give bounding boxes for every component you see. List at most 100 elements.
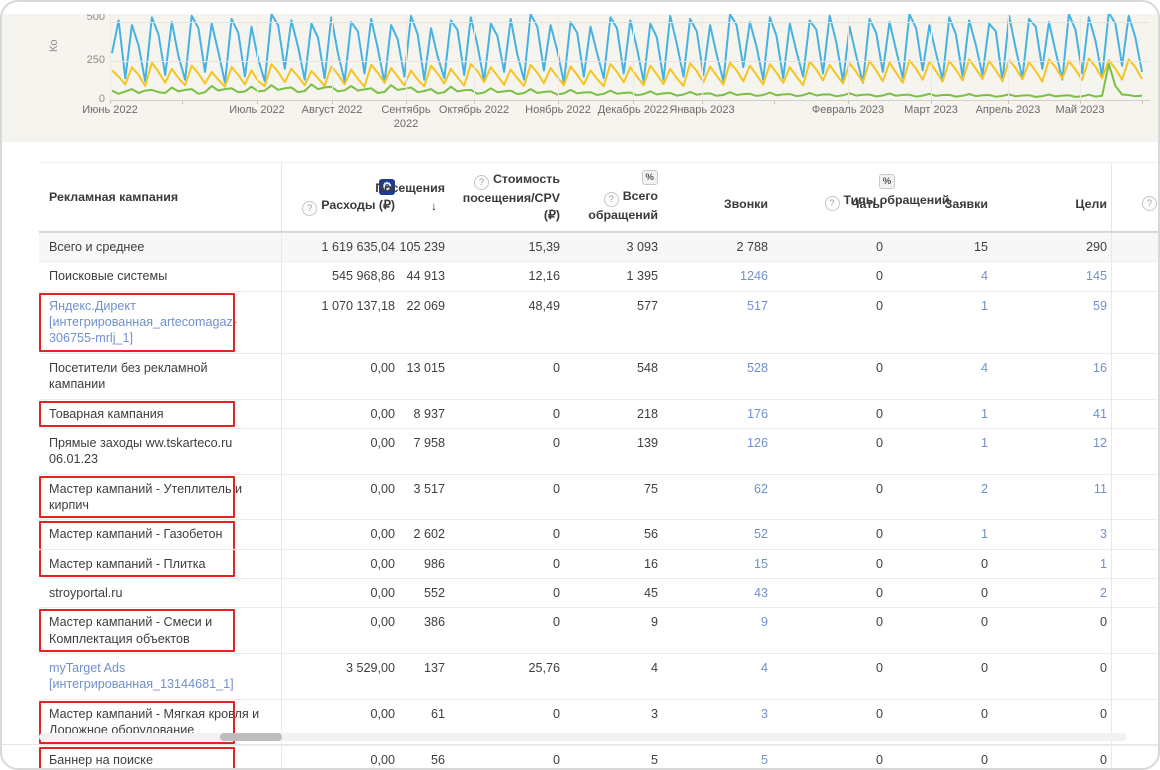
cell-chats: 0 bbox=[875, 269, 883, 284]
cell-total: 9 bbox=[650, 615, 658, 630]
cell-cost: 0,00 bbox=[370, 435, 395, 450]
cell-extra bbox=[1112, 654, 1158, 699]
table-row: Прямые заходы ww.tskarteco.ru 06.01.23 0,… bbox=[39, 428, 1158, 475]
cell-total: 548 bbox=[636, 360, 658, 375]
y-tick-label: 500 bbox=[86, 14, 105, 23]
cell-forms[interactable]: 1 bbox=[887, 400, 992, 428]
cell-cpv: 0 bbox=[552, 527, 560, 542]
cell-cost: 0,00 bbox=[370, 481, 395, 496]
cell-campaign: Поисковые системы bbox=[39, 262, 282, 291]
cell-cost: 1 619 635,04 bbox=[321, 240, 395, 254]
cell-forms[interactable]: 2 bbox=[887, 475, 992, 520]
cell-chats: 0 bbox=[875, 360, 883, 375]
cell-goals[interactable]: 145 bbox=[992, 262, 1112, 291]
x-axis-label: Май 2023 bbox=[1055, 104, 1105, 116]
cell-calls[interactable]: 528 bbox=[662, 354, 772, 399]
column-header-cpv[interactable]: ? Стоимость посещения/CPV (₽) bbox=[449, 163, 564, 231]
cell-visits: 552 bbox=[423, 586, 445, 601]
cell-goals[interactable]: 1 bbox=[992, 549, 1112, 579]
percent-badge[interactable]: % bbox=[878, 174, 896, 189]
cell-goals: 0 bbox=[992, 745, 1112, 768]
cell-visits: 8 937 bbox=[413, 406, 445, 421]
help-icon[interactable]: ? bbox=[302, 200, 318, 216]
cell-cpv: 48,49 bbox=[528, 298, 560, 313]
table-row: Поисковые системы 545 968,86 44 913 12,16 1 … bbox=[39, 262, 1158, 292]
cell-cpv: 15,39 bbox=[528, 240, 560, 254]
cell-calls[interactable]: 4 bbox=[662, 654, 772, 699]
cell-forms[interactable]: 1 bbox=[887, 292, 992, 353]
cell-calls[interactable]: 43 bbox=[662, 579, 772, 607]
cell-total: 75 bbox=[643, 481, 658, 496]
cell-visits: 137 bbox=[423, 661, 445, 676]
gridline-y-0 bbox=[110, 100, 1150, 101]
percent-badge[interactable]: % bbox=[641, 170, 658, 186]
table-row: Мастер кампаний - Утеплитель и кирпич 0,0… bbox=[39, 474, 1158, 521]
cell-extra bbox=[1112, 579, 1158, 607]
cell-calls[interactable]: 126 bbox=[662, 429, 772, 474]
cell-chats: 0 bbox=[875, 661, 883, 676]
cell-cpv: 0 bbox=[552, 435, 560, 450]
cell-calls[interactable]: 5 bbox=[662, 746, 772, 768]
horizontal-scrollbar-thumb[interactable] bbox=[220, 733, 282, 741]
cell-extra bbox=[1112, 354, 1158, 399]
help-icon[interactable]: ? bbox=[603, 192, 619, 208]
column-header-campaign[interactable]: Рекламная кампания bbox=[39, 163, 282, 231]
campaign-name: stroyportal.ru bbox=[49, 586, 123, 601]
help-icon[interactable]: ? bbox=[473, 174, 489, 190]
cell-forms[interactable]: 4 bbox=[887, 354, 992, 399]
cell-calls[interactable]: 62 bbox=[662, 475, 772, 520]
sort-desc-icon[interactable]: ↓ bbox=[431, 198, 437, 214]
cell-chats: 0 bbox=[875, 298, 883, 313]
column-header-partial: ? bbox=[1112, 163, 1158, 231]
cell-calls[interactable]: 52 bbox=[662, 520, 772, 548]
cell-goals[interactable]: 16 bbox=[992, 353, 1112, 399]
cell-cost: 1 070 137,18 bbox=[321, 298, 395, 313]
cell-cost: 3 529,00 bbox=[345, 661, 395, 676]
column-header-cost[interactable]: ⚙ ? Расходы (₽) bbox=[282, 163, 399, 231]
cell-cpv: 0 bbox=[552, 615, 560, 630]
cell-goals[interactable]: 41 bbox=[992, 399, 1112, 428]
gridline-x bbox=[332, 14, 333, 100]
cell-extra bbox=[1112, 550, 1158, 578]
campaign-name: Баннер на поиске bbox=[49, 752, 153, 767]
campaign-name[interactable]: myTarget Ads [интегрированная_13144681_1… bbox=[49, 660, 261, 693]
column-header-total[interactable]: % ? Всего обращений bbox=[564, 163, 662, 231]
campaign-name[interactable]: Яндекс.Директ [интегрированная_artecomag… bbox=[49, 298, 261, 347]
column-header-visits[interactable]: Посещения ↓ bbox=[375, 163, 449, 231]
cell-chats: 0 bbox=[875, 615, 883, 630]
table-row: Яндекс.Директ [интегрированная_artecomag… bbox=[39, 291, 1158, 354]
cell-visits: 56 bbox=[430, 752, 445, 767]
cell-goals: 290 bbox=[992, 233, 1112, 262]
x-axis-label: Июль 2022 bbox=[229, 104, 285, 116]
cell-forms: 15 bbox=[973, 240, 988, 254]
cell-total: 45 bbox=[643, 586, 658, 601]
cell-forms[interactable]: 4 bbox=[887, 262, 992, 290]
cell-goals[interactable]: 3 bbox=[992, 520, 1112, 549]
cell-calls[interactable]: 1246 bbox=[662, 262, 772, 290]
cell-visits: 2 602 bbox=[413, 527, 445, 542]
horizontal-scrollbar-track[interactable] bbox=[39, 733, 1127, 741]
cell-total: 1 395 bbox=[626, 269, 658, 284]
cell-goals[interactable]: 59 bbox=[992, 291, 1112, 353]
cell-calls[interactable]: 176 bbox=[662, 400, 772, 428]
x-axis-label: Январь 2023 bbox=[669, 104, 735, 116]
cell-calls[interactable]: 9 bbox=[662, 608, 772, 653]
table-row: Всего и среднее 1 619 635,04 105 239 15,39 3… bbox=[39, 232, 1158, 263]
cell-forms[interactable]: 1 bbox=[887, 520, 992, 548]
y-tick-label: 250 bbox=[86, 54, 105, 66]
cell-goals[interactable]: 12 bbox=[992, 428, 1112, 474]
help-icon[interactable]: ? bbox=[1142, 196, 1157, 211]
help-icon[interactable]: ? bbox=[824, 196, 840, 211]
cell-forms[interactable]: 1 bbox=[887, 429, 992, 474]
cell-calls[interactable]: 517 bbox=[662, 292, 772, 353]
cell-visits: 44 913 bbox=[406, 269, 445, 284]
cell-goals[interactable]: 11 bbox=[992, 474, 1112, 520]
table-row: Баннер на поиске 0,00 56 0 5 5 0 0 0 bbox=[39, 745, 1158, 768]
cell-goals[interactable]: 2 bbox=[992, 579, 1112, 608]
cell-calls[interactable]: 15 bbox=[662, 550, 772, 578]
campaign-name: Посетители без рекламной кампании bbox=[49, 360, 208, 392]
cell-campaign: Товарная кампания bbox=[39, 399, 282, 428]
cell-forms: 0 bbox=[980, 752, 988, 767]
cell-total: 16 bbox=[643, 556, 658, 571]
cell-cost: 0,00 bbox=[370, 752, 395, 767]
